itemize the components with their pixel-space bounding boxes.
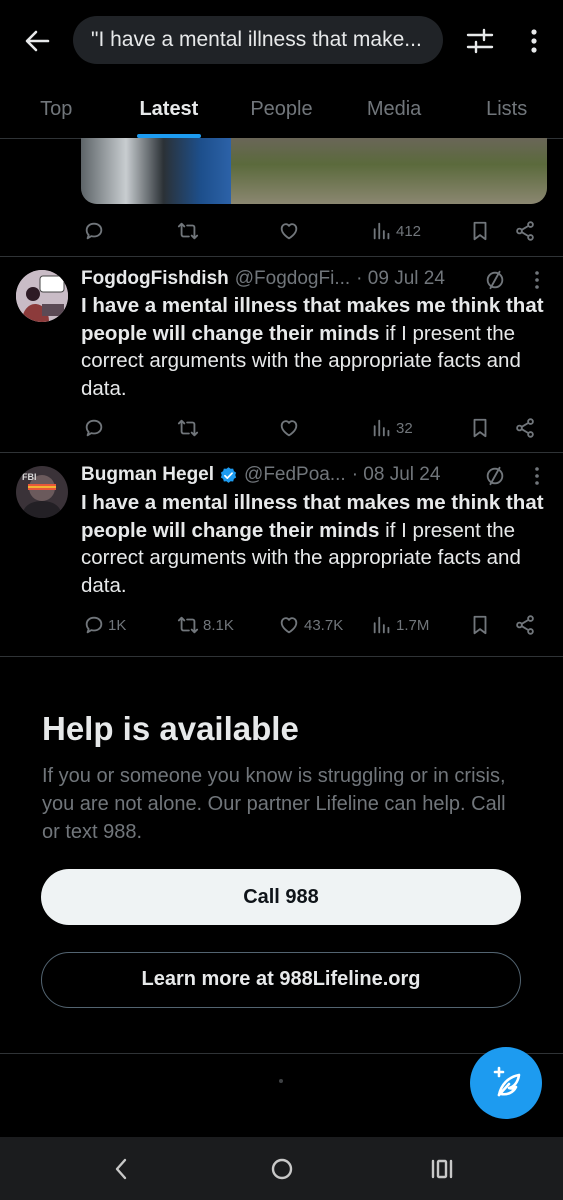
tab-people[interactable]: People (225, 80, 338, 138)
learn-more-button[interactable]: Learn more at 988Lifeline.org (41, 952, 521, 1008)
retweet-icon (176, 614, 200, 636)
like-button[interactable]: 43.7K (277, 610, 343, 640)
nav-home-icon[interactable] (267, 1155, 297, 1183)
tweet-text: I have a mental illness that makes me th… (81, 489, 551, 599)
system-navigation-bar (0, 1137, 563, 1200)
tweet-media-image[interactable] (81, 138, 547, 204)
like-icon[interactable] (277, 413, 301, 443)
views-icon[interactable]: 32 (371, 413, 413, 443)
media-building-section (81, 138, 231, 204)
help-text: If you or someone you know is struggling… (42, 765, 506, 843)
tab-media[interactable]: Media (338, 80, 451, 138)
nav-recents-icon[interactable] (427, 1155, 457, 1183)
avatar-badge-text: FBI (22, 472, 37, 482)
views-count: 32 (396, 419, 413, 437)
like-icon (277, 614, 301, 636)
search-tabs: Top Latest People Media Lists (0, 80, 563, 139)
page-indicator-dot (279, 1079, 283, 1083)
call-988-button[interactable]: Call 988 (41, 869, 521, 925)
search-input[interactable]: "I have a mental illness that make... (73, 16, 443, 64)
retweet-icon[interactable] (176, 413, 200, 443)
display-name[interactable]: FogdogFishdish (81, 268, 229, 290)
retweet-icon[interactable] (176, 216, 200, 246)
tweet-actions: 412 (81, 216, 547, 246)
retweet-count: 8.1K (203, 616, 234, 634)
like-count: 43.7K (304, 616, 344, 634)
views-button[interactable]: 1.7M (371, 610, 429, 640)
handle: @FogdogFi... (234, 268, 351, 289)
tab-lists[interactable]: Lists (450, 80, 563, 138)
help-title: Help is available (42, 710, 299, 747)
avatar[interactable]: FBI (16, 466, 68, 518)
top-app-bar: "I have a mental illness that make... (0, 0, 563, 80)
tweet-header: Bugman Hegel @FedPoa... · 08 Jul 24 (81, 464, 440, 486)
bookmark-icon[interactable] (469, 216, 491, 246)
more-vertical-icon[interactable] (528, 269, 546, 291)
views-count: 412 (396, 222, 422, 240)
not-interested-icon[interactable] (484, 465, 506, 487)
views-icon (371, 614, 393, 636)
not-interested-icon[interactable] (484, 269, 506, 291)
more-vertical-icon[interactable] (522, 26, 546, 56)
views-icon[interactable]: 412 (371, 216, 421, 246)
filter-icon[interactable] (465, 26, 495, 56)
handle: @FedPoa... (244, 464, 346, 485)
reply-button[interactable]: 1K (83, 610, 126, 640)
more-vertical-icon[interactable] (528, 465, 546, 487)
retweet-button[interactable]: 8.1K (176, 610, 234, 640)
reply-count: 1K (108, 616, 127, 634)
reply-icon[interactable] (83, 413, 105, 443)
timestamp[interactable]: · 09 Jul 24 (356, 268, 445, 290)
verified-icon (219, 466, 238, 485)
views-count: 1.7M (396, 616, 430, 634)
media-trees-section (231, 138, 547, 204)
avatar[interactable] (16, 270, 68, 322)
display-name[interactable]: Bugman Hegel (81, 464, 214, 486)
compose-button[interactable] (470, 1047, 542, 1119)
share-icon[interactable] (513, 216, 537, 246)
back-arrow-icon[interactable] (22, 26, 52, 56)
compose-icon (470, 1047, 542, 1119)
divider (0, 656, 563, 657)
tab-latest[interactable]: Latest (113, 80, 226, 138)
like-icon[interactable] (277, 216, 301, 246)
share-icon[interactable] (513, 413, 537, 443)
bookmark-icon[interactable] (469, 413, 491, 443)
timestamp[interactable]: · 08 Jul 24 (352, 464, 441, 486)
tweet-text: I have a mental illness that makes me th… (81, 292, 551, 402)
share-icon[interactable] (513, 610, 537, 640)
tweet-actions: 1K 8.1K 43.7K 1.7M (81, 610, 547, 640)
bookmark-icon[interactable] (469, 610, 491, 640)
reply-icon (83, 614, 105, 636)
tab-top[interactable]: Top (0, 80, 113, 138)
tweet-actions: 32 (81, 413, 547, 443)
tweet-header: FogdogFishdish @FogdogFi... · 09 Jul 24 (81, 268, 445, 290)
reply-icon[interactable] (83, 216, 105, 246)
nav-back-icon[interactable] (106, 1155, 136, 1183)
